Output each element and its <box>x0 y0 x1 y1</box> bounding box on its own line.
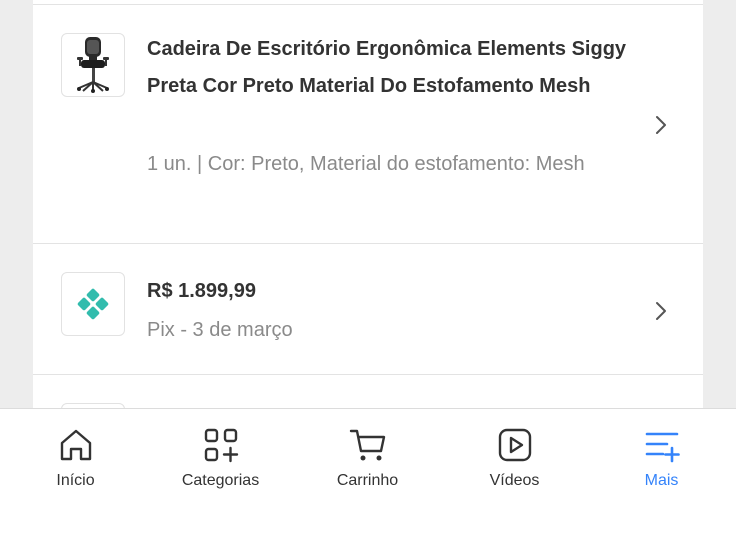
tab-label: Carrinho <box>336 472 399 489</box>
payment-amount: R$ 1.899,99 <box>147 280 256 302</box>
categories-icon <box>204 428 238 463</box>
payment-row[interactable]: R$ 1.899,99 Pix - 3 de março <box>33 244 703 374</box>
tab-videos[interactable]: Vídeos <box>441 409 588 509</box>
tab-carrinho[interactable]: Carrinho <box>294 409 441 509</box>
purchase-detail-screen: Cadeira De Escritório Ergonômica Element… <box>0 0 736 548</box>
office-chair-image <box>77 37 109 93</box>
tab-mais[interactable]: Mais <box>588 409 735 509</box>
payment-method-date: Pix - 3 de março <box>147 319 293 341</box>
tab-label: Mais <box>644 472 679 489</box>
product-row[interactable]: Cadeira De Escritório Ergonômica Element… <box>33 5 703 243</box>
tab-label: Início <box>56 472 95 489</box>
tab-inicio[interactable]: Início <box>2 409 149 509</box>
payment-thumbnail <box>61 272 125 336</box>
cart-icon <box>349 429 385 461</box>
menu-plus-icon <box>645 432 680 463</box>
bottom-tab-bar: Início Categorias Carrinho Vídeos Mais <box>0 408 736 548</box>
purchase-card: Cadeira De Escritório Ergonômica Element… <box>33 0 703 467</box>
product-details: 1 un. | Cor: Preto, Material do estofame… <box>147 153 585 175</box>
chevron-right-icon <box>656 302 666 320</box>
video-icon <box>498 428 531 462</box>
tab-label: Categorias <box>181 472 260 489</box>
chevron-right-icon <box>656 116 666 134</box>
tab-categorias[interactable]: Categorias <box>147 409 294 509</box>
home-icon <box>60 429 91 461</box>
tab-label: Vídeos <box>489 472 540 489</box>
product-title: Cadeira De Escritório Ergonômica Element… <box>147 38 627 97</box>
pix-icon <box>77 288 109 320</box>
product-thumbnail <box>61 33 125 97</box>
